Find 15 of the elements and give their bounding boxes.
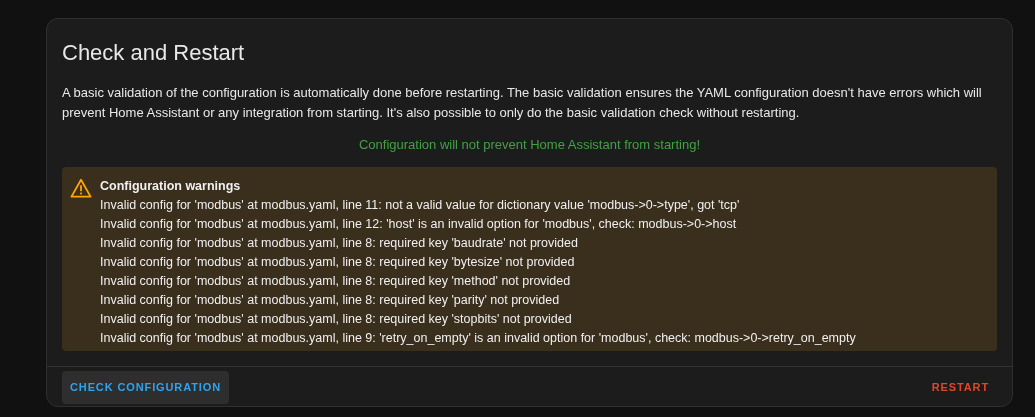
result-message: Configuration will not prevent Home Assistant from starting! — [358, 136, 700, 154]
warning-line: Invalid config for 'modbus' at modbus.yaml, line 9: 'retry_on_empty' is an invalid option for 'modbus', check: modbus->0->retry_on_empty — [100, 329, 856, 347]
check-configuration-button[interactable]: CHECK CONFIGURATION — [62, 370, 229, 404]
description: A basic validation of the configuration is automatically done before restarting. The basic validation ensures the YAML configuration doesn't have errors which will prevent Home Assistant or any integration from starting. It's also possible to only do the basic validation check without restarting. — [62, 84, 983, 122]
warning-line: Invalid config for 'modbus' at modbus.yaml, line 8: required key 'method' not provided — [100, 272, 572, 290]
warning-line: Invalid config for 'modbus' at modbus.yaml, line 8: required key 'stopbits' not provided — [100, 310, 573, 328]
warning-line: Invalid config for 'modbus' at modbus.yaml, line 11: not a valid value for dictionary value 'modbus->0->type', got 'tcp' — [100, 196, 741, 214]
warning-line: Invalid config for 'modbus' at modbus.yaml, line 8: required key 'bytesize' not provided — [100, 253, 576, 271]
warning-line: Invalid config for 'modbus' at modbus.yaml, line 12: 'host' is an invalid option for 'modbus', check: modbus->0->host — [100, 215, 738, 233]
warning-icon — [70, 177, 92, 198]
restart-button[interactable]: RESTART — [923, 370, 997, 404]
warning-line: Invalid config for 'modbus' at modbus.yaml, line 8: required key 'parity' not provided — [100, 291, 561, 309]
warnings-title: Configuration warnings — [100, 177, 242, 195]
warning-line: Invalid config for 'modbus' at modbus.yaml, line 8: required key 'baudrate' not provided — [100, 234, 579, 252]
card-title: Check and Restart — [62, 39, 246, 67]
